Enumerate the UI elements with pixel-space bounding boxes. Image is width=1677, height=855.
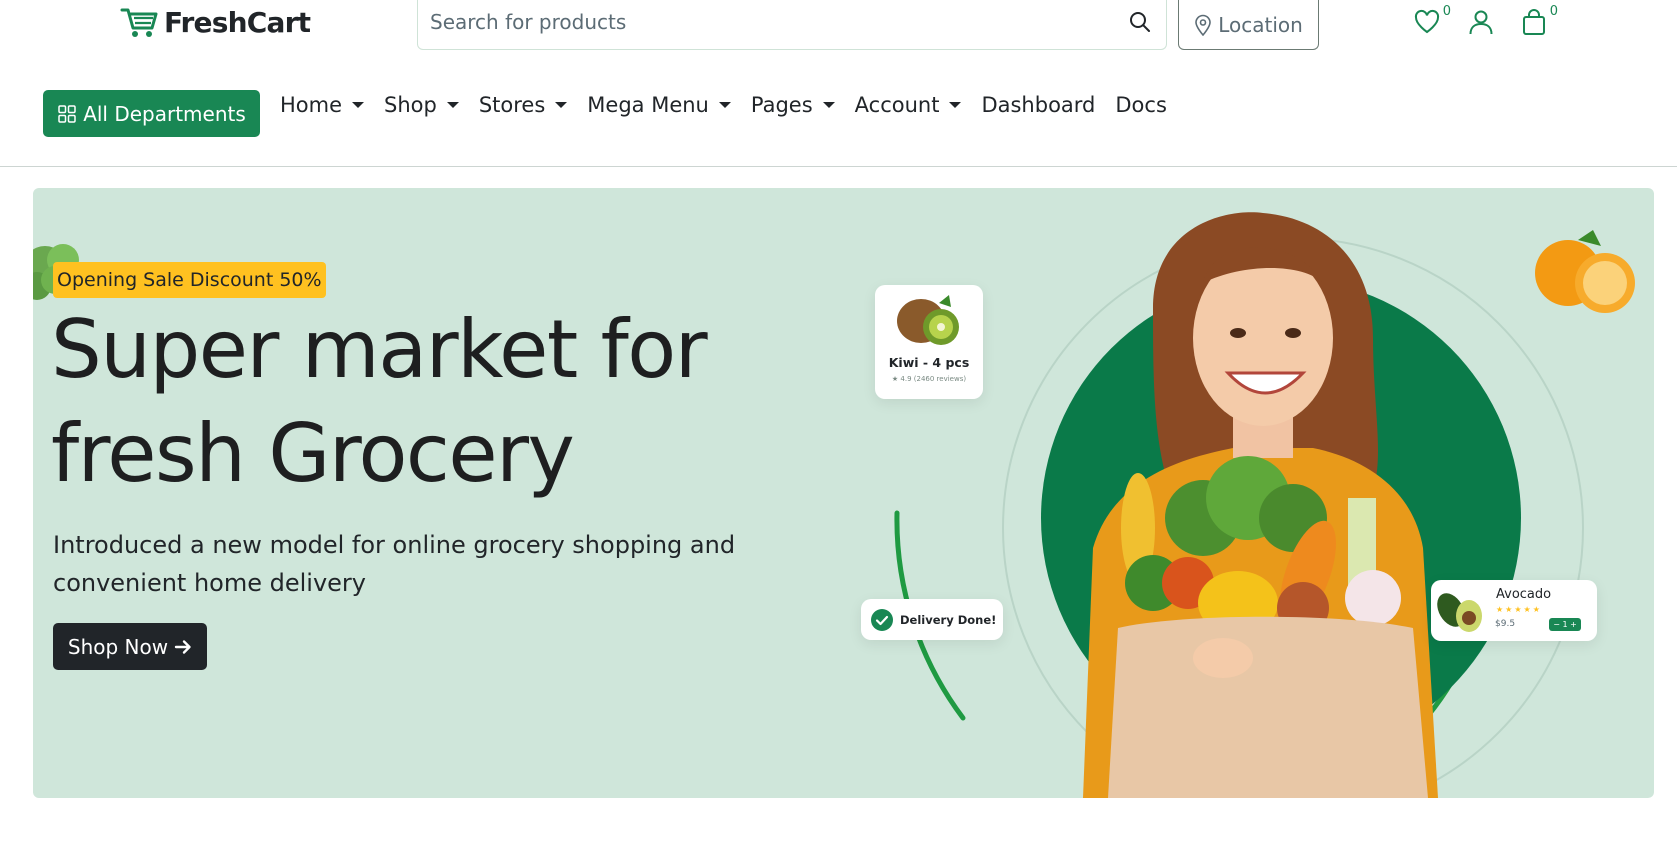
- kiwi-name: Kiwi - 4 pcs: [888, 355, 970, 370]
- check-circle-icon: [871, 608, 893, 631]
- nav-item-pages[interactable]: Pages: [751, 93, 835, 117]
- kiwi-image: [897, 295, 959, 345]
- search-input[interactable]: [430, 6, 1090, 38]
- caret-down-icon: [718, 102, 731, 108]
- sale-badge: Opening Sale Discount 50%: [53, 262, 326, 298]
- avocado-product-card[interactable]: Avocado ★★★★★ $9.5 − 1 +: [1431, 580, 1597, 641]
- grid-icon: [58, 104, 76, 123]
- wishlist-count: 0: [1442, 4, 1451, 19]
- hero-banner: Opening Sale Discount 50% Super market f…: [33, 188, 1654, 798]
- kiwi-product-card[interactable]: Kiwi - 4 pcs ★ 4.9 (2460 reviews): [875, 285, 983, 399]
- nav-label: Shop: [384, 93, 437, 117]
- nav-item-mega-menu[interactable]: Mega Menu: [587, 93, 731, 117]
- caret-down-icon: [822, 102, 835, 108]
- nav-label: Stores: [478, 93, 546, 117]
- hero-subtitle: Introduced a new model for online grocer…: [53, 531, 736, 597]
- hero-title: Super market for fresh Grocery: [51, 298, 871, 506]
- avocado-quantity-stepper[interactable]: − 1 +: [1549, 618, 1581, 631]
- nav-item-stores[interactable]: Stores: [478, 93, 568, 117]
- main-nav: Home Shop Stores Mega Menu Pages Account…: [280, 90, 1187, 120]
- nav-label: Dashboard: [981, 93, 1096, 117]
- wishlist-button[interactable]: 0: [1413, 4, 1451, 36]
- nav-label: Docs: [1115, 93, 1167, 117]
- heart-icon: [1414, 9, 1440, 34]
- hero-illustration: [894, 212, 1635, 798]
- nav-label: Account: [854, 93, 940, 117]
- caret-down-icon: [555, 102, 568, 108]
- search-icon[interactable]: [1128, 10, 1152, 34]
- header-divider: [0, 166, 1677, 167]
- shopping-bag-icon: [1523, 9, 1545, 35]
- location-pin-icon: [1195, 14, 1212, 36]
- location-label: Location: [1218, 12, 1303, 37]
- nav-item-docs[interactable]: Docs: [1115, 93, 1167, 117]
- nav-item-home[interactable]: Home: [280, 93, 365, 117]
- avocado-image: [1437, 593, 1482, 632]
- cart-logo-icon: [120, 8, 158, 37]
- kiwi-rating: ★ 4.9 (2460 reviews): [891, 375, 967, 383]
- all-departments-button[interactable]: All Departments: [43, 90, 260, 137]
- brand-logo[interactable]: FreshCart: [120, 4, 311, 40]
- nav-label: Pages: [750, 93, 813, 117]
- user-icon: [1469, 10, 1493, 35]
- cart-count: 0: [1549, 4, 1558, 19]
- hero-title-line-1: Super market for: [51, 303, 708, 396]
- nav-item-account[interactable]: Account: [855, 93, 962, 117]
- shop-now-button[interactable]: Shop Now: [53, 623, 207, 670]
- brand-name: FreshCart: [164, 5, 311, 39]
- delivery-label: Delivery Done!: [900, 612, 997, 627]
- caret-down-icon: [949, 102, 962, 108]
- nav-label: Home: [280, 93, 343, 117]
- shop-now-label: Shop Now: [67, 634, 169, 659]
- hero-title-line-2: fresh Grocery: [51, 407, 575, 500]
- avocado-price: $9.5: [1495, 619, 1516, 629]
- all-departments-label: All Departments: [83, 101, 246, 126]
- caret-down-icon: [446, 102, 459, 108]
- nav-item-shop[interactable]: Shop: [384, 93, 459, 117]
- nav-label: Mega Menu: [587, 93, 709, 117]
- location-button[interactable]: Location: [1178, 0, 1319, 50]
- search-bar: [417, 0, 1167, 50]
- cart-button[interactable]: 0: [1520, 4, 1558, 36]
- arrow-right-icon: [174, 639, 191, 654]
- delivery-status-card: Delivery Done!: [861, 599, 1003, 640]
- avocado-stars: ★★★★★: [1496, 605, 1542, 614]
- avocado-name: Avocado: [1496, 587, 1552, 602]
- account-button[interactable]: [1467, 8, 1495, 36]
- nav-item-dashboard[interactable]: Dashboard: [981, 93, 1095, 117]
- caret-down-icon: [352, 102, 365, 108]
